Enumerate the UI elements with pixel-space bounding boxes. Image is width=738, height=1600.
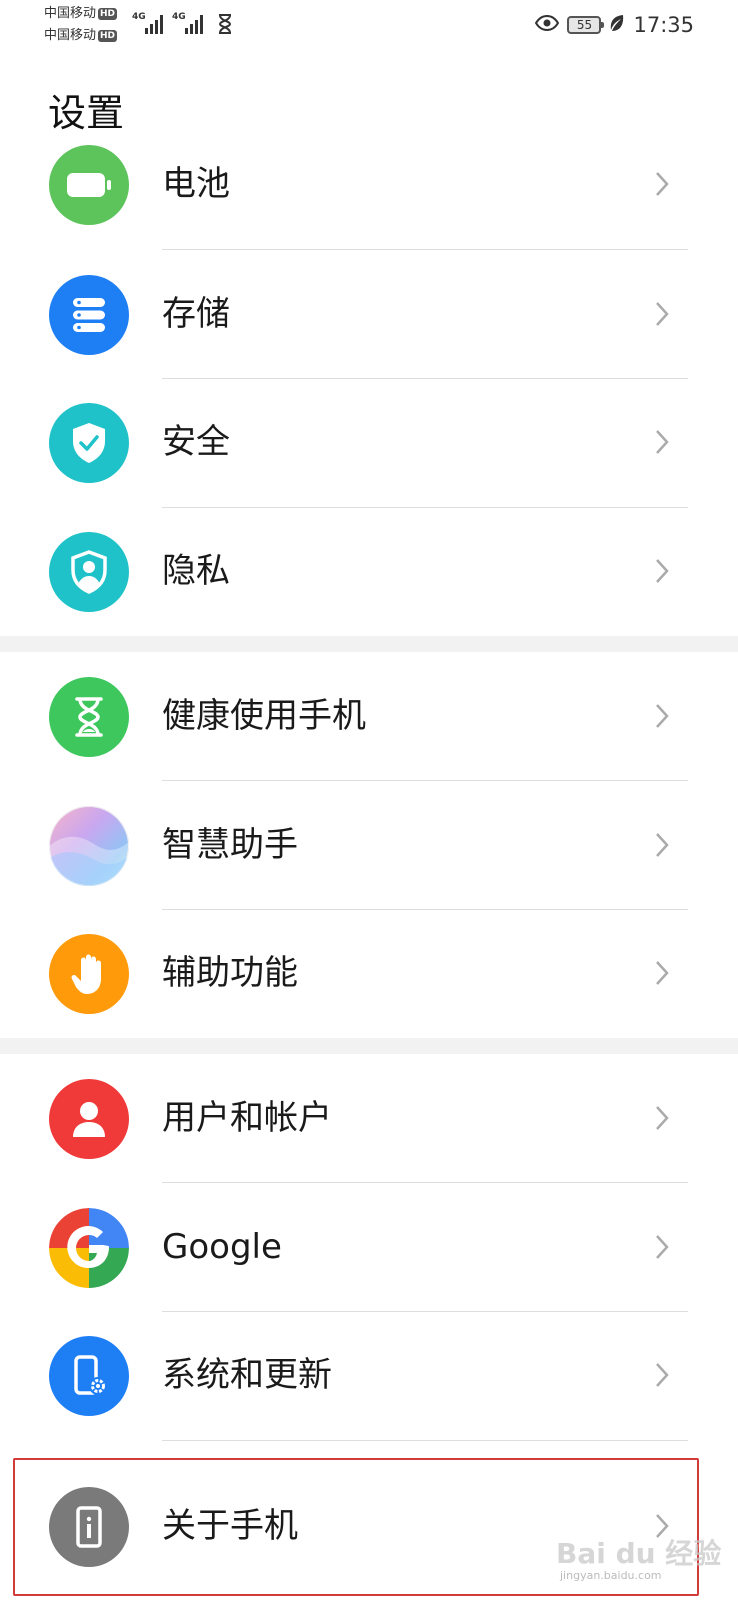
signal-2-icon: 4G: [172, 12, 206, 40]
baidu-watermark: Bai du 经验: [556, 1537, 722, 1570]
hand-icon: [49, 934, 129, 1014]
chevron-right-icon: [656, 704, 669, 728]
settings-item-google[interactable]: Google: [0, 1183, 738, 1312]
signal-1-icon: 4G: [132, 12, 166, 40]
hd-badge: HD: [98, 8, 118, 20]
chevron-right-icon: [656, 1106, 669, 1130]
hourglass-icon: [49, 677, 129, 757]
settings-item-label: 存储: [162, 294, 230, 334]
settings-item-label: 系统和更新: [162, 1355, 332, 1395]
shield-check-icon: [49, 403, 129, 483]
chevron-right-icon: [656, 559, 669, 583]
status-bar: 中国移动 HD 中国移动 HD 4G 4G 55 17:35: [0, 0, 738, 50]
chevron-right-icon: [656, 961, 669, 985]
settings-item-label: 用户和帐户: [162, 1098, 332, 1138]
battery-indicator: 55: [567, 16, 605, 34]
chevron-right-icon: [656, 1235, 669, 1259]
leaf-icon: [609, 14, 625, 36]
settings-item-system-updates[interactable]: 系统和更新: [0, 1311, 738, 1440]
chevron-right-icon: [656, 1363, 669, 1387]
chevron-right-icon: [656, 833, 669, 857]
settings-item-accessibility[interactable]: 辅助功能: [0, 909, 738, 1038]
settings-item-label: 智慧助手: [162, 825, 298, 865]
settings-item-battery[interactable]: 电池: [0, 120, 738, 249]
battery-icon: [49, 145, 129, 225]
settings-item-label: 电池: [162, 164, 230, 204]
hd-badge: HD: [98, 30, 118, 42]
status-clock: 17:35: [633, 13, 694, 37]
settings-item-label: 辅助功能: [162, 953, 298, 993]
settings-item-privacy[interactable]: 隐私: [0, 507, 738, 636]
baidu-watermark-url: jingyan.baidu.com: [560, 1569, 662, 1582]
user-icon: [49, 1079, 129, 1159]
carrier-1: 中国移动 HD: [44, 6, 118, 21]
smart-assistant-icon: [49, 806, 129, 886]
settings-item-digital-balance[interactable]: 健康使用手机: [0, 652, 738, 781]
eye-icon: [535, 14, 560, 35]
section-gap: [0, 636, 738, 652]
section-gap: [0, 1038, 738, 1054]
chevron-right-icon: [656, 302, 669, 326]
google-icon: [49, 1208, 129, 1288]
chevron-right-icon: [656, 430, 669, 454]
hourglass-status-icon: [218, 14, 232, 38]
settings-item-users-accounts[interactable]: 用户和帐户: [0, 1054, 738, 1183]
settings-item-label: 安全: [162, 422, 230, 462]
carrier-2: 中国移动 HD: [44, 28, 118, 43]
phone-gear-icon: [49, 1336, 129, 1416]
settings-item-smart-assistant[interactable]: 智慧助手: [0, 781, 738, 910]
settings-item-security[interactable]: 安全: [0, 378, 738, 507]
settings-item-label: 隐私: [162, 551, 230, 591]
chevron-right-icon: [656, 172, 669, 196]
settings-item-label: 健康使用手机: [162, 696, 366, 736]
settings-item-label: Google: [162, 1227, 282, 1267]
divider: [162, 1440, 688, 1441]
storage-icon: [49, 275, 129, 355]
settings-item-storage[interactable]: 存储: [0, 250, 738, 379]
privacy-user-shield-icon: [49, 532, 129, 612]
